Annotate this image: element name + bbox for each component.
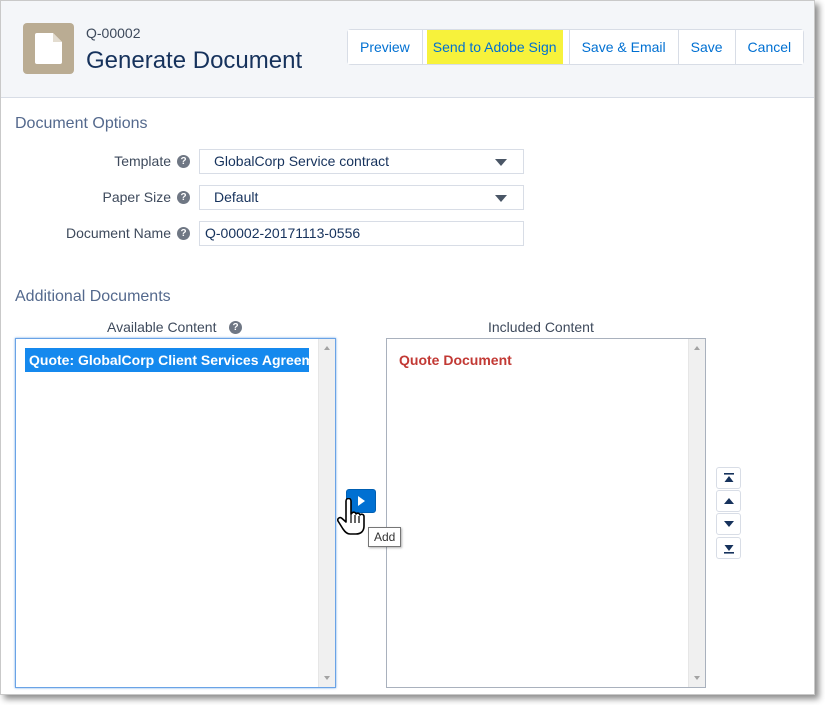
action-button-group: Preview Send to Adobe Sign Save & Email …: [347, 29, 805, 65]
generate-document-window: Q-00002 Generate Document Preview Send t…: [0, 0, 815, 695]
chevron-down-icon: [495, 159, 507, 166]
help-icon[interactable]: ?: [177, 191, 190, 204]
help-icon[interactable]: ?: [177, 155, 190, 168]
help-icon[interactable]: ?: [229, 321, 242, 334]
document-icon: [23, 23, 74, 74]
move-bottom-icon: [724, 545, 734, 554]
page-header: Q-00002 Generate Document Preview Send t…: [1, 1, 814, 98]
included-content-label: Included Content: [488, 319, 594, 335]
move-top-icon: [724, 473, 734, 482]
move-down-button[interactable]: [716, 513, 741, 535]
paper-size-label: Paper Size: [102, 189, 171, 205]
chevron-down-icon: [495, 195, 507, 202]
scroll-down-icon[interactable]: [324, 676, 330, 680]
document-name-input[interactable]: Q-00002-20171113-0556: [199, 221, 524, 246]
document-name-label: Document Name: [65, 225, 171, 241]
additional-documents-heading: Additional Documents: [15, 288, 171, 305]
paper-size-select[interactable]: Default: [199, 185, 524, 210]
included-content-list[interactable]: Quote Document: [386, 338, 706, 688]
paper-size-value: Default: [214, 189, 259, 205]
list-item[interactable]: Quote Document: [399, 352, 512, 368]
template-label: Template: [114, 153, 171, 169]
save-button[interactable]: Save: [678, 30, 736, 64]
send-to-adobe-sign-button[interactable]: Send to Adobe Sign: [426, 30, 563, 64]
page-title: Generate Document: [86, 47, 303, 74]
arrow-down-icon: [724, 521, 734, 527]
cancel-button[interactable]: Cancel: [735, 30, 804, 64]
available-content-list[interactable]: Quote: GlobalCorp Client Services Agreem…: [15, 338, 336, 688]
save-and-email-button[interactable]: Save & Email: [569, 30, 679, 64]
available-content-label: Available Content: [107, 319, 217, 335]
list-item[interactable]: Quote: GlobalCorp Client Services Agreem…: [25, 348, 309, 372]
scroll-down-icon[interactable]: [694, 676, 700, 680]
preview-button[interactable]: Preview: [348, 30, 423, 64]
move-to-top-button[interactable]: [716, 467, 741, 489]
document-options-heading: Document Options: [15, 115, 148, 132]
record-id: Q-00002: [86, 25, 141, 41]
scroll-up-icon[interactable]: [694, 346, 700, 350]
add-tooltip: Add: [368, 527, 402, 547]
arrow-up-icon: [724, 498, 734, 504]
scroll-up-icon[interactable]: [324, 346, 330, 350]
move-up-button[interactable]: [716, 490, 741, 512]
template-value: GlobalCorp Service contract: [214, 153, 390, 169]
help-icon[interactable]: ?: [177, 227, 190, 240]
move-to-bottom-button[interactable]: [716, 537, 741, 559]
hand-cursor-icon: [337, 498, 365, 535]
scrollbar[interactable]: [318, 339, 335, 687]
scrollbar[interactable]: [688, 339, 705, 687]
template-select[interactable]: GlobalCorp Service contract: [199, 149, 524, 174]
